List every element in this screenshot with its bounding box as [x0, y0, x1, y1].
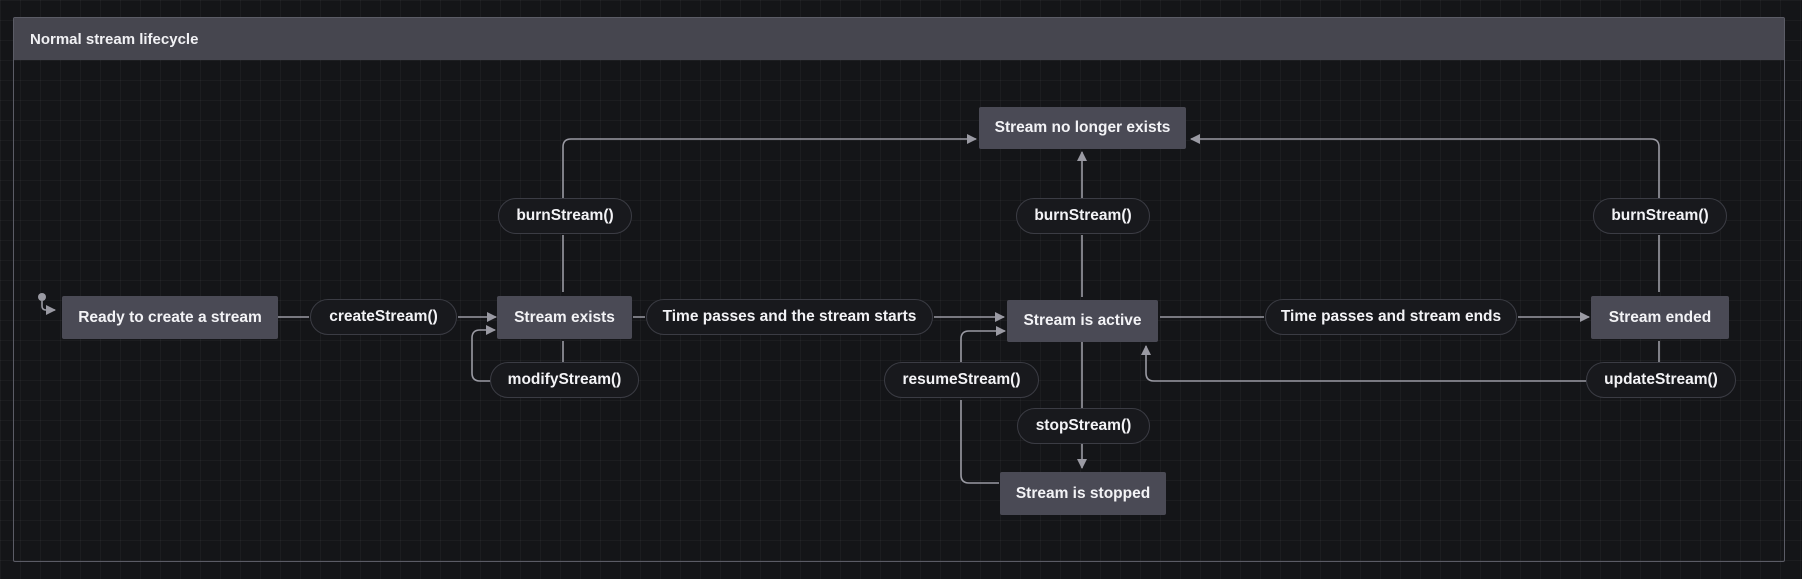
state-active: Stream is active [1007, 300, 1158, 342]
state-ended-label: Stream ended [1608, 308, 1712, 326]
state-gone-label: Stream no longer exists [994, 119, 1171, 136]
transition-burn-active: burnStream() [1016, 198, 1150, 234]
initial-state-dot [38, 293, 46, 301]
edge-initial [41, 301, 56, 315]
transition-modify: modifyStream() [490, 362, 639, 398]
transition-create: createStream() [310, 299, 457, 335]
state-exists: Stream exists [497, 296, 632, 339]
state-active-label: Stream is active [1023, 312, 1142, 329]
state-ended: Stream ended [1591, 296, 1729, 339]
state-exists-label: Stream exists [514, 308, 615, 326]
transition-stop: stopStream() [1017, 408, 1150, 444]
state-gone: Stream no longer exists [979, 107, 1186, 149]
edges-layer [38, 0, 1660, 484]
transition-burn-exists: burnStream() [498, 198, 632, 234]
state-ready: Ready to create a stream [62, 296, 278, 339]
state-stopped: Stream is stopped [1000, 472, 1166, 515]
state-ready-label: Ready to create a stream [78, 308, 262, 326]
edge-update [1146, 341, 1660, 382]
edge-resume [960, 331, 1005, 484]
transition-ends: Time passes and stream ends [1265, 299, 1517, 335]
transition-update: updateStream() [1586, 362, 1736, 398]
edge-burn-ended [1191, 139, 1660, 292]
state-stopped-label: Stream is stopped [1015, 484, 1151, 502]
transition-burn-ended: burnStream() [1593, 198, 1727, 234]
transition-resume: resumeStream() [884, 362, 1039, 398]
transition-starts: Time passes and the stream starts [646, 299, 933, 335]
